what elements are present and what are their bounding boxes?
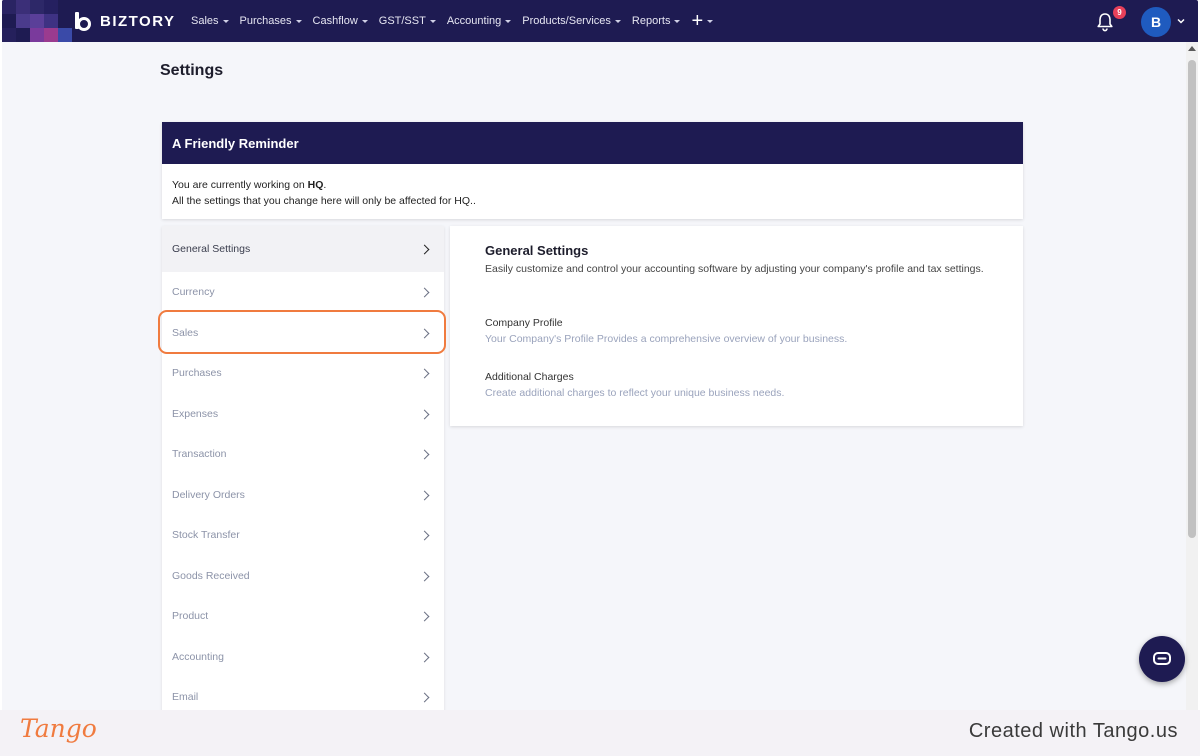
page-title: Settings	[160, 62, 224, 79]
top-navbar: BIZTORY Sales Purchases Cashflow GST/SST…	[2, 0, 1198, 42]
reminder-text: .	[323, 179, 327, 191]
nav-label: GST/SST	[378, 15, 426, 27]
chevron-right-icon	[419, 652, 430, 663]
nav-purchases[interactable]: Purchases	[240, 15, 302, 27]
option-company-profile[interactable]: Company Profile Your Company's Profile P…	[485, 315, 847, 348]
nav-label: Purchases	[239, 15, 292, 27]
chevron-right-icon	[419, 692, 430, 703]
scroll-thumb[interactable]	[1188, 60, 1196, 538]
menu-item-stock-transfer[interactable]: Stock Transfer	[162, 515, 444, 556]
reminder-body: You are currently working on HQ. All the…	[162, 164, 1023, 209]
panel-title: General Settings	[485, 243, 589, 258]
nav-products-services[interactable]: Products/Services	[522, 15, 621, 27]
chevron-down-icon[interactable]	[1177, 17, 1185, 25]
main-nav: Sales Purchases Cashflow GST/SST Account…	[191, 0, 724, 42]
reminder-line-2: All the settings that you change here wi…	[172, 195, 476, 207]
menu-item-currency[interactable]: Currency	[162, 272, 444, 313]
reminder-text: You are currently working on	[172, 179, 308, 191]
menu-item-product[interactable]: Product	[162, 596, 444, 637]
menu-item-label: Delivery Orders	[172, 488, 245, 501]
menu-item-email[interactable]: Email	[162, 677, 444, 710]
menu-item-label: Transaction	[172, 448, 227, 461]
plus-icon: +	[691, 10, 704, 32]
caret-down-icon	[295, 19, 302, 23]
chevron-right-icon	[419, 368, 430, 379]
menu-item-label: General Settings	[172, 243, 251, 255]
chevron-right-icon	[419, 611, 430, 622]
bell-icon[interactable]	[1096, 12, 1114, 32]
menu-item-label: Expenses	[172, 407, 219, 420]
brand-logo[interactable]: BIZTORY	[72, 10, 176, 32]
option-additional-charges[interactable]: Additional Charges Create additional cha…	[485, 369, 784, 402]
nav-accounting[interactable]: Accounting	[446, 15, 512, 27]
biztory-logo-icon	[75, 12, 91, 31]
chat-button[interactable]	[1139, 636, 1185, 682]
chevron-right-icon	[419, 490, 430, 501]
tango-footer: Tango Created with Tango.us	[0, 710, 1200, 756]
nav-label: Products/Services	[522, 15, 611, 27]
chevron-right-icon	[419, 530, 430, 541]
menu-item-expenses[interactable]: Expenses	[162, 394, 444, 435]
menu-item-label: Email	[172, 691, 199, 704]
chevron-right-icon	[419, 244, 430, 255]
menu-item-transaction[interactable]: Transaction	[162, 434, 444, 475]
caret-down-icon	[505, 19, 512, 23]
caret-down-icon	[674, 19, 681, 23]
nav-cashflow[interactable]: Cashflow	[313, 15, 368, 27]
chevron-right-icon	[419, 328, 430, 339]
menu-item-accounting[interactable]: Accounting	[162, 637, 444, 678]
menu-item-purchases[interactable]: Purchases	[162, 353, 444, 394]
option-description: Your Company's Profile Provides a compre…	[485, 333, 848, 345]
reminder-line-1: You are currently working on HQ.	[172, 177, 1013, 193]
tango-credit: Created with Tango.us	[968, 720, 1178, 742]
chevron-right-icon	[419, 287, 430, 298]
menu-item-label: Goods Received	[172, 569, 250, 582]
caret-down-icon	[707, 19, 714, 23]
notification-badge: 9	[1113, 6, 1126, 19]
caret-down-icon	[429, 19, 436, 23]
nav-sales[interactable]: Sales	[191, 15, 229, 27]
menu-item-delivery-orders[interactable]: Delivery Orders	[162, 475, 444, 516]
nav-reports[interactable]: Reports	[632, 15, 681, 27]
menu-item-sales[interactable]: Sales	[162, 313, 444, 354]
menu-item-label: Stock Transfer	[172, 529, 240, 542]
menu-item-label: Accounting	[172, 650, 224, 663]
page-scrollbar[interactable]	[1186, 42, 1198, 710]
menu-item-goods-received[interactable]: Goods Received	[162, 556, 444, 597]
nav-gst-sst[interactable]: GST/SST	[379, 15, 436, 27]
reminder-card: A Friendly Reminder You are currently wo…	[162, 122, 1023, 219]
menu-item-general-settings[interactable]: General Settings	[162, 226, 444, 272]
user-avatar[interactable]: B	[1141, 7, 1171, 37]
chat-icon	[1153, 652, 1171, 665]
nav-label: Reports	[631, 15, 671, 27]
scroll-up-icon[interactable]	[1188, 46, 1196, 51]
nav-add[interactable]: +	[691, 10, 714, 32]
option-title: Company Profile	[485, 317, 563, 329]
nav-label: Cashflow	[312, 15, 358, 27]
settings-detail-panel: General Settings Easily customize and co…	[450, 226, 1023, 426]
option-title: Additional Charges	[485, 371, 574, 383]
menu-item-label: Product	[172, 610, 209, 623]
option-description: Create additional charges to reflect you…	[485, 387, 785, 399]
settings-menu: General Settings Currency Sales Purchase…	[162, 226, 444, 710]
branch-name: HQ	[307, 179, 324, 191]
menu-item-label: Sales	[172, 326, 199, 339]
tango-logo: Tango	[20, 714, 97, 743]
nav-label: Accounting	[446, 15, 502, 27]
chevron-right-icon	[419, 409, 430, 420]
brand-name: BIZTORY	[100, 12, 176, 30]
menu-item-label: Currency	[172, 286, 215, 299]
nav-label: Sales	[191, 15, 219, 27]
main-content: Settings A Friendly Reminder You are cur…	[2, 42, 1186, 710]
chevron-right-icon	[419, 449, 430, 460]
chevron-right-icon	[419, 571, 430, 582]
caret-down-icon	[614, 19, 621, 23]
reminder-heading: A Friendly Reminder	[162, 122, 1023, 164]
menu-item-label: Purchases	[172, 367, 222, 380]
caret-down-icon	[222, 19, 229, 23]
caret-down-icon	[361, 19, 368, 23]
panel-description: Easily customize and control your accoun…	[485, 263, 984, 275]
